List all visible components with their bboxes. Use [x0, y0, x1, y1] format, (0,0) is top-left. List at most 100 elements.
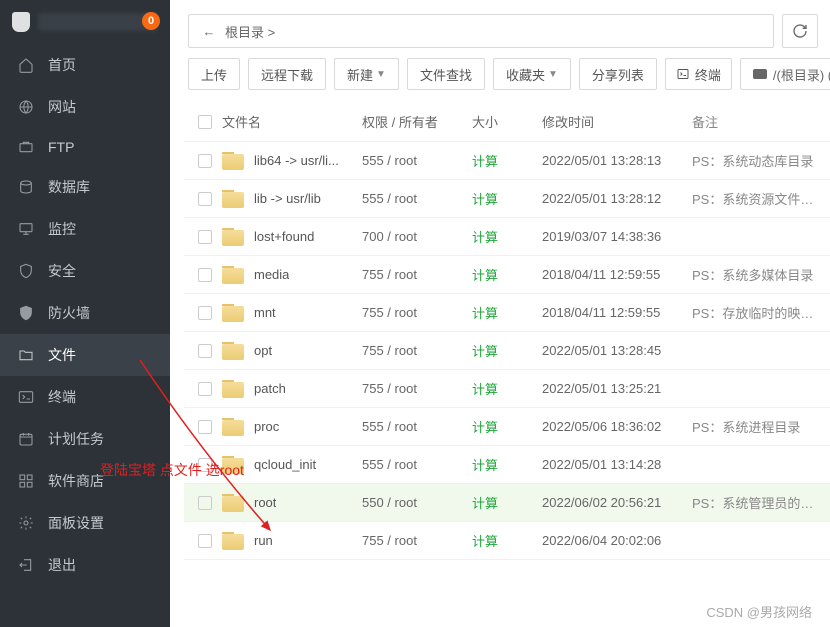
sidebar-item-ftp[interactable]: FTP	[0, 128, 170, 166]
sidebar-item-fw[interactable]: 防火墙	[0, 292, 170, 334]
file-size-calc[interactable]: 计算	[472, 417, 542, 436]
sidebar-item-set[interactable]: 面板设置	[0, 502, 170, 544]
select-all-checkbox[interactable]	[198, 115, 212, 129]
file-size-calc[interactable]: 计算	[472, 303, 542, 322]
file-perm[interactable]: 555 / root	[362, 153, 472, 168]
folder-icon	[222, 228, 244, 246]
file-perm[interactable]: 555 / root	[362, 191, 472, 206]
file-perm[interactable]: 550 / root	[362, 495, 472, 510]
sidebar-item-db[interactable]: 数据库	[0, 166, 170, 208]
file-name[interactable]: lib64 -> usr/li...	[254, 153, 339, 168]
file-size-calc[interactable]: 计算	[472, 265, 542, 284]
refresh-button[interactable]	[782, 14, 818, 48]
sidebar-item-site[interactable]: 网站	[0, 86, 170, 128]
table-row[interactable]: patch755 / root计算2022/05/01 13:25:21	[184, 370, 830, 408]
file-size-calc[interactable]: 计算	[472, 341, 542, 360]
col-name[interactable]: 文件名	[222, 112, 362, 131]
file-perm[interactable]: 555 / root	[362, 457, 472, 472]
table-row[interactable]: proc555 / root计算2022/05/06 18:36:02PS：系统…	[184, 408, 830, 446]
file-perm[interactable]: 755 / root	[362, 267, 472, 282]
file-size-calc[interactable]: 计算	[472, 379, 542, 398]
sidebar-item-label: 文件	[48, 345, 76, 365]
sidebar-item-sec[interactable]: 安全	[0, 250, 170, 292]
file-remark: PS：存放临时的映射文...	[692, 303, 826, 322]
file-perm[interactable]: 755 / root	[362, 381, 472, 396]
file-perm[interactable]: 755 / root	[362, 305, 472, 320]
row-checkbox[interactable]	[198, 382, 212, 396]
sidebar-item-exit[interactable]: 退出	[0, 544, 170, 586]
file-name[interactable]: media	[254, 267, 289, 282]
table-row[interactable]: qcloud_init555 / root计算2022/05/01 13:14:…	[184, 446, 830, 484]
find-button[interactable]: 文件查找	[407, 58, 485, 90]
row-checkbox[interactable]	[198, 192, 212, 206]
sidebar-item-file[interactable]: 文件	[0, 334, 170, 376]
file-name[interactable]: proc	[254, 419, 279, 434]
folder-icon	[222, 152, 244, 170]
col-perm[interactable]: 权限 / 所有者	[362, 112, 472, 131]
table-row[interactable]: run755 / root计算2022/06/04 20:02:06	[184, 522, 830, 560]
path-back-icon[interactable]: ←	[199, 24, 219, 39]
file-size-calc[interactable]: 计算	[472, 189, 542, 208]
sidebar-item-home[interactable]: 首页	[0, 44, 170, 86]
file-perm[interactable]: 755 / root	[362, 533, 472, 548]
file-name[interactable]: patch	[254, 381, 286, 396]
file-name[interactable]: lib -> usr/lib	[254, 191, 321, 206]
file-name[interactable]: root	[254, 495, 276, 510]
upload-button[interactable]: 上传	[188, 58, 240, 90]
new-button[interactable]: 新建▼	[334, 58, 399, 90]
col-date[interactable]: 修改时间	[542, 112, 692, 131]
row-checkbox[interactable]	[198, 230, 212, 244]
file-date: 2019/03/07 14:38:36	[542, 229, 692, 244]
home-icon	[18, 57, 34, 73]
share-list-button[interactable]: 分享列表	[579, 58, 657, 90]
remote-download-button[interactable]: 远程下载	[248, 58, 326, 90]
db-icon	[18, 179, 34, 195]
firewall-icon	[18, 305, 34, 321]
caret-down-icon: ▼	[376, 69, 386, 80]
row-checkbox[interactable]	[198, 268, 212, 282]
file-size-calc[interactable]: 计算	[472, 455, 542, 474]
table-row[interactable]: opt755 / root计算2022/05/01 13:28:45	[184, 332, 830, 370]
notification-badge[interactable]: 0	[142, 12, 160, 30]
file-size-calc[interactable]: 计算	[472, 227, 542, 246]
path-breadcrumb[interactable]: ← 根目录 >	[188, 14, 774, 48]
disk-selector[interactable]: /(根目录) (67G)	[740, 58, 830, 90]
file-name[interactable]: run	[254, 533, 273, 548]
favorites-button[interactable]: 收藏夹▼	[493, 58, 571, 90]
row-checkbox[interactable]	[198, 306, 212, 320]
file-date: 2018/04/11 12:59:55	[542, 305, 692, 320]
table-row[interactable]: media755 / root计算2018/04/11 12:59:55PS：系…	[184, 256, 830, 294]
sidebar-item-term[interactable]: 终端	[0, 376, 170, 418]
file-size-calc[interactable]: 计算	[472, 493, 542, 512]
sidebar-item-cron[interactable]: 计划任务	[0, 418, 170, 460]
file-name[interactable]: mnt	[254, 305, 276, 320]
file-perm[interactable]: 700 / root	[362, 229, 472, 244]
terminal-button[interactable]: 终端	[665, 58, 732, 90]
file-name[interactable]: qcloud_init	[254, 457, 316, 472]
row-checkbox[interactable]	[198, 344, 212, 358]
table-row[interactable]: mnt 755 / root计算2018/04/11 12:59:55PS：存放临…	[184, 294, 830, 332]
row-checkbox[interactable]	[198, 420, 212, 434]
sidebar-item-label: 数据库	[48, 177, 90, 197]
row-checkbox[interactable]	[198, 496, 212, 510]
sidebar-item-label: 软件商店	[48, 471, 104, 491]
file-size-calc[interactable]: 计算	[472, 531, 542, 550]
file-name[interactable]: opt	[254, 343, 272, 358]
file-size-calc[interactable]: 计算	[472, 151, 542, 170]
folder-icon	[222, 304, 244, 322]
folder-icon	[222, 266, 244, 284]
row-checkbox[interactable]	[198, 154, 212, 168]
file-perm[interactable]: 555 / root	[362, 419, 472, 434]
sidebar-item-label: 首页	[48, 55, 76, 75]
file-name[interactable]: lost+found	[254, 229, 314, 244]
col-size[interactable]: 大小	[472, 112, 542, 131]
file-remark: PS：系统动态库目录	[692, 151, 826, 170]
table-row[interactable]: root550 / root计算2022/06/02 20:56:21PS：系统…	[184, 484, 830, 522]
sidebar-item-mon[interactable]: 监控	[0, 208, 170, 250]
table-row[interactable]: lib -> usr/lib555 / root计算2022/05/01 13:…	[184, 180, 830, 218]
table-row[interactable]: lost+found 700 / root计算2019/03/07 14:38:3…	[184, 218, 830, 256]
folder-icon	[222, 532, 244, 550]
file-perm[interactable]: 755 / root	[362, 343, 472, 358]
row-checkbox[interactable]	[198, 534, 212, 548]
table-row[interactable]: lib64 -> usr/li...555 / root计算2022/05/01…	[184, 142, 830, 180]
